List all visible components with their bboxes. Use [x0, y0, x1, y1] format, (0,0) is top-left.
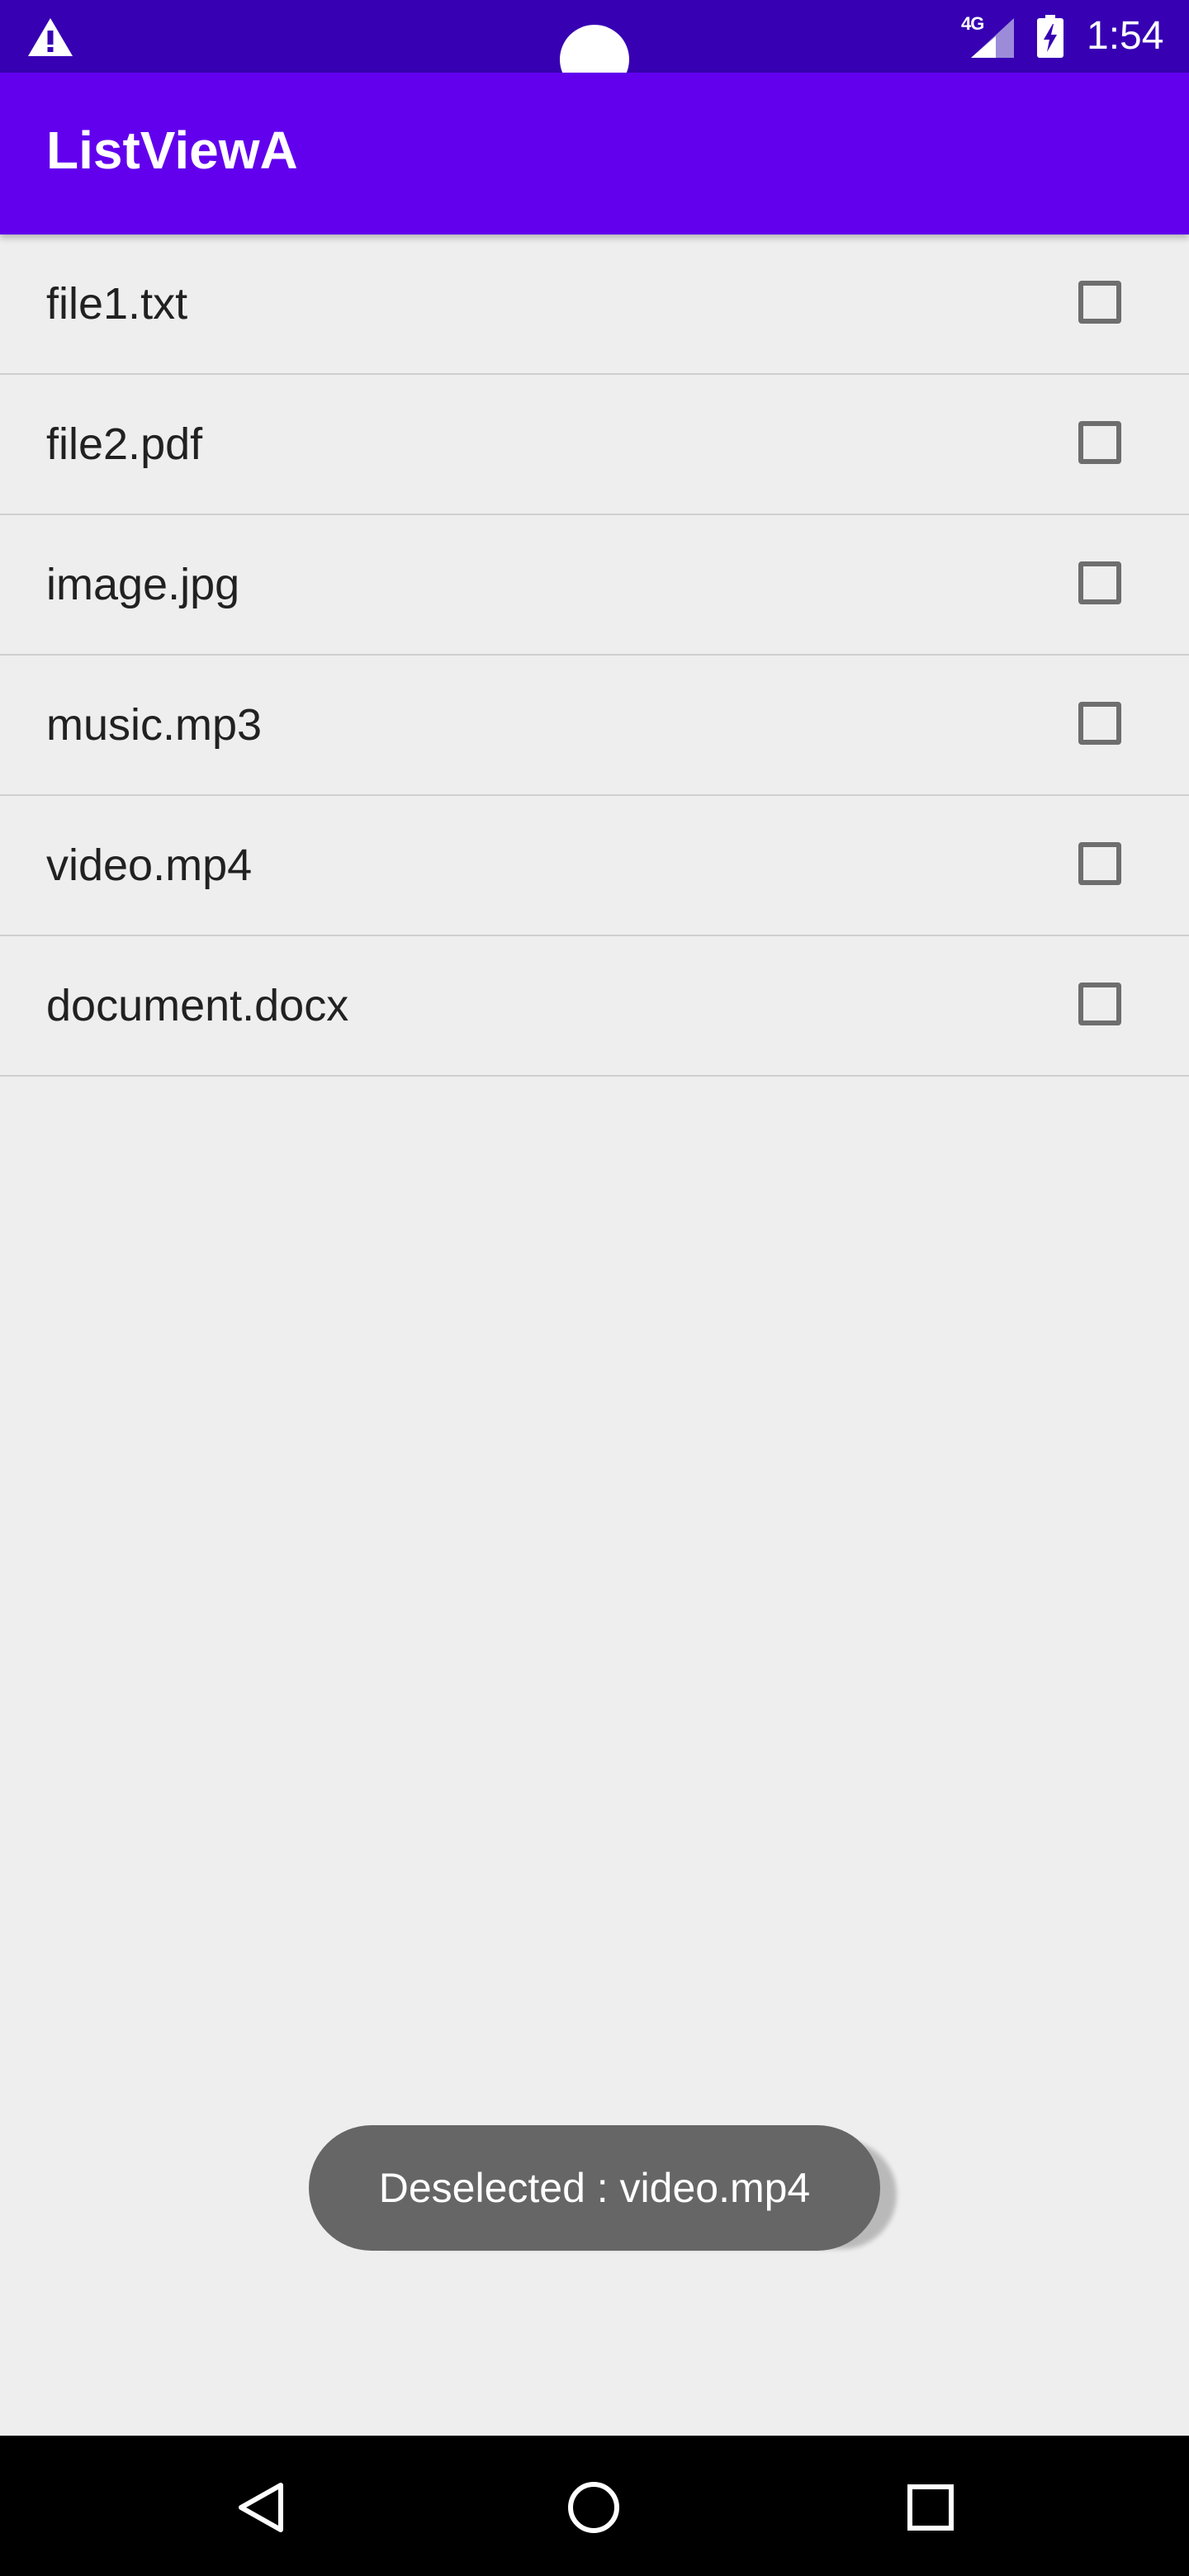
list-item-label: document.docx	[46, 981, 349, 1030]
status-time: 1:54	[1087, 14, 1164, 58]
list-item-checkbox[interactable]	[1078, 842, 1121, 885]
list-item[interactable]: video.mp4	[0, 796, 1189, 936]
list-item[interactable]: document.docx	[0, 936, 1189, 1077]
app-title: ListViewA	[46, 121, 298, 180]
app-bar: ListViewA	[0, 73, 1189, 234]
list-item-checkbox[interactable]	[1078, 561, 1121, 604]
battery-charging-icon	[1037, 15, 1063, 58]
list-item-label: image.jpg	[46, 560, 240, 609]
list-item-checkbox[interactable]	[1078, 702, 1121, 745]
navigation-bar	[0, 2436, 1189, 2576]
list-item[interactable]: file2.pdf	[0, 375, 1189, 515]
list-item-checkbox[interactable]	[1078, 281, 1121, 324]
list-item-label: file1.txt	[46, 279, 188, 329]
list-item[interactable]: music.mp3	[0, 656, 1189, 796]
list-item-label: video.mp4	[46, 841, 253, 890]
list-item-checkbox[interactable]	[1078, 983, 1121, 1025]
warning-icon	[28, 18, 73, 56]
home-icon[interactable]	[565, 2479, 623, 2536]
list-item[interactable]: image.jpg	[0, 515, 1189, 656]
toast-message: Deselected : video.mp4	[378, 2165, 811, 2211]
list-item-label: file2.pdf	[46, 419, 203, 469]
list-item-label: music.mp3	[46, 700, 263, 750]
status-bar: 4G 1:54	[0, 0, 1189, 94]
file-list: file1.txt file2.pdf image.jpg music.mp3 …	[0, 234, 1189, 1077]
signal-icon	[971, 18, 1014, 58]
recents-icon[interactable]	[902, 2479, 959, 2536]
back-icon[interactable]	[233, 2479, 291, 2536]
list-item[interactable]: file1.txt	[0, 234, 1189, 375]
toast: Deselected : video.mp4	[309, 2125, 880, 2251]
list-item-checkbox[interactable]	[1078, 421, 1121, 464]
screen: 4G 1:54 ListViewA file1.txt file2.pdf im…	[0, 0, 1189, 2576]
